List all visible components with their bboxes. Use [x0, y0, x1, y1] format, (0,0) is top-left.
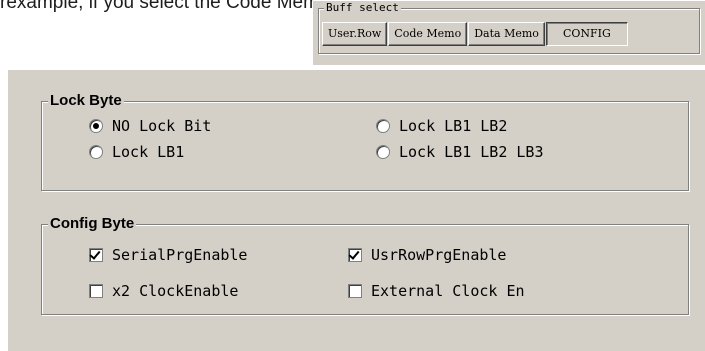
- buff-tab-code-memo[interactable]: Code Memo: [388, 22, 468, 46]
- buff-select-tabs: User.Row Code Memo Data Memo CONFIG: [322, 22, 629, 46]
- buff-select-group: Buff select User.Row Code Memo Data Memo…: [318, 1, 700, 54]
- config-byte-title: Config Byte: [48, 215, 137, 232]
- checkbox-label: UsrRowPrgEnable: [371, 246, 507, 264]
- config-byte-group: Config Byte SerialPrgEnable UsrRowPrgEna…: [41, 215, 689, 315]
- radio-button[interactable]: [89, 145, 103, 159]
- checkbox-unchecked[interactable]: [89, 284, 103, 298]
- buff-select-legend: Buff select: [324, 1, 401, 14]
- checkbox-checked[interactable]: [348, 248, 362, 262]
- checkbox-external-clock-en[interactable]: External Clock En: [348, 281, 525, 301]
- checkbox-x2-clock-enable[interactable]: x2 ClockEnable: [89, 281, 238, 301]
- radio-no-lock-bit[interactable]: NO Lock Bit: [89, 116, 211, 136]
- config-panel: Lock Byte NO Lock Bit Lock LB1 LB2 Lock …: [8, 70, 705, 351]
- checkbox-usr-row-prg-enable[interactable]: UsrRowPrgEnable: [348, 245, 506, 265]
- radio-label: Lock LB1: [112, 143, 185, 161]
- radio-button-selected[interactable]: [89, 119, 103, 133]
- checkbox-label: x2 ClockEnable: [112, 282, 239, 300]
- lock-byte-title: Lock Byte: [48, 92, 124, 109]
- checkbox-label: SerialPrgEnable: [112, 246, 248, 264]
- radio-button[interactable]: [376, 145, 390, 159]
- radio-label: Lock LB1 LB2: [399, 117, 508, 135]
- buff-select-panel: Buff select User.Row Code Memo Data Memo…: [313, 0, 705, 65]
- buff-tab-config[interactable]: CONFIG: [545, 22, 628, 46]
- buff-tab-user-row[interactable]: User.Row: [322, 22, 388, 46]
- checkbox-unchecked[interactable]: [348, 284, 362, 298]
- checkbox-checked[interactable]: [89, 248, 103, 262]
- radio-label: Lock LB1 LB2 LB3: [399, 143, 544, 161]
- radio-button[interactable]: [376, 119, 390, 133]
- radio-lock-lb1-lb2[interactable]: Lock LB1 LB2: [376, 116, 507, 136]
- radio-lock-lb1[interactable]: Lock LB1: [89, 142, 184, 162]
- checkbox-serial-prg-enable[interactable]: SerialPrgEnable: [89, 245, 247, 265]
- radio-label: NO Lock Bit: [112, 117, 212, 135]
- buff-tab-data-memo[interactable]: Data Memo: [468, 22, 545, 46]
- lock-byte-group: Lock Byte NO Lock Bit Lock LB1 LB2 Lock …: [41, 92, 689, 191]
- checkbox-label: External Clock En: [371, 282, 525, 300]
- radio-lock-lb1-lb2-lb3[interactable]: Lock LB1 LB2 LB3: [376, 142, 544, 162]
